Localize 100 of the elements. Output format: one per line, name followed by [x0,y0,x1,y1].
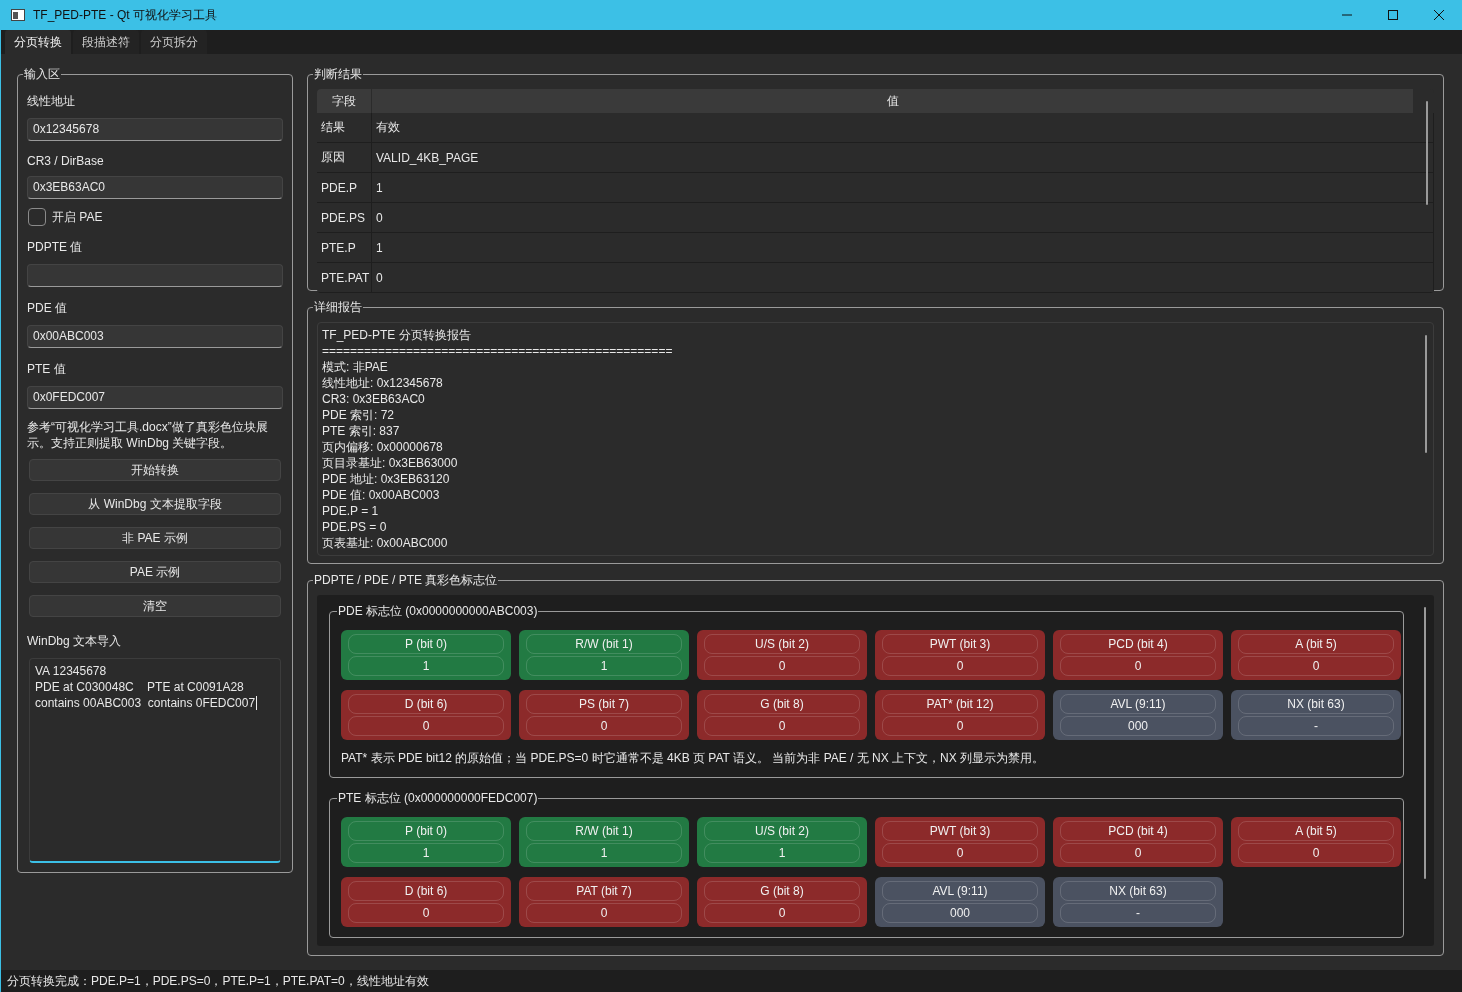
flag-name: AVL (9:11) [1060,694,1216,714]
flag-value: 1 [704,843,860,863]
flag-name: P (bit 0) [348,821,504,841]
report-line: 模式: 非PAE [322,359,389,375]
flag-value: 0 [1238,843,1394,863]
group-title: PTE 标志位 (0x000000000FEDC007) [337,790,539,807]
flag-value: 0 [882,656,1038,676]
flag-name: NX (bit 63) [1238,694,1394,714]
flag-name: PAT* (bit 12) [882,694,1038,714]
flag-value: 0 [882,716,1038,736]
group-title: 判断结果 [313,66,363,83]
input-field[interactable]: 0x0FEDC007 [27,386,283,409]
flag-name: A (bit 5) [1238,634,1394,654]
table-cell: 原因 [317,143,372,172]
flag-note: PAT* 表示 PDE bit12 的原始值；当 PDE.PS=0 时它通常不是 4KB 页 PAT 语义。 当前为非 PAE / 无 NX 上下文，NX 列显示为禁用。 [341,750,1046,767]
tab[interactable]: 段描述符 [73,30,139,54]
checkbox-label: 开启 PAE [52,208,103,226]
flag-name: PCD (bit 4) [1060,821,1216,841]
flag-value: 1 [348,843,504,863]
table-cell: 结果 [317,113,372,142]
group-title: PDE 标志位 (0x0000000000ABC003) [337,603,539,620]
table-cell: PDE.PS [317,203,372,232]
flag-value: 0 [704,656,860,676]
field-label: PDPTE 值 [27,239,84,256]
text-area[interactable]: VA 12345678 PDE at C030048C PTE at C0091A28 contains 00ABC003 contains 0FEDC007 [29,658,281,863]
report-line: PDE 索引: 72 [322,407,396,423]
report-line: ================================================== [322,343,674,359]
input-field[interactable]: 0x3EB63AC0 [27,176,283,199]
column-header: 值 [372,89,1414,113]
flag-name: R/W (bit 1) [526,821,682,841]
flag-value: 000 [882,903,1038,923]
report-line: CR3: 0x3EB63AC0 [322,391,426,407]
action-button[interactable]: 清空 [29,595,281,617]
flag-name: PWT (bit 3) [882,634,1038,654]
report-line: PDE.P = 1 [322,503,380,519]
input-field[interactable]: 0x12345678 [27,118,283,141]
scrollbar[interactable] [1426,101,1428,205]
flag-name: PWT (bit 3) [882,821,1038,841]
flag-name: PCD (bit 4) [1060,634,1216,654]
flag-name: U/S (bit 2) [704,821,860,841]
field-label: WinDbg 文本导入 [27,633,122,650]
tab[interactable]: 分页转换 [5,30,71,54]
field-label: CR3 / DirBase [27,154,105,168]
flag-value: - [1238,716,1394,736]
flag-value: 0 [526,716,682,736]
flag-value: 0 [1060,656,1216,676]
flag-value: 0 [348,716,504,736]
flag-name: NX (bit 63) [1060,881,1216,901]
flag-value: 0 [1060,843,1216,863]
action-button[interactable]: PAE 示例 [29,561,281,583]
table-cell: PDE.P [317,173,372,202]
flag-value: 0 [526,903,682,923]
scrollbar[interactable] [1424,607,1426,879]
field-label: 线性地址 [27,93,76,110]
input-field[interactable]: 0x00ABC003 [27,325,283,348]
flag-name: D (bit 6) [348,694,504,714]
report-line: 页表基址: 0x00ABC000 [322,535,449,551]
table-cell: 0 [372,263,1434,292]
flag-name: AVL (9:11) [882,881,1038,901]
flag-name: G (bit 8) [704,881,860,901]
table-cell: PTE.P [317,233,372,262]
action-button[interactable]: 非 PAE 示例 [29,527,281,549]
report-line: PDE 地址: 0x3EB63120 [322,471,451,487]
flag-name: P (bit 0) [348,634,504,654]
action-button[interactable]: 开始转换 [29,459,281,481]
window-title: TF_PED-PTE - Qt 可视化学习工具 [33,6,218,24]
flag-name: G (bit 8) [704,694,860,714]
flag-value: 0 [882,843,1038,863]
report-line: 页目录基址: 0x3EB63000 [322,455,459,471]
input-field[interactable] [27,264,283,287]
scrollbar[interactable] [1425,335,1427,453]
maximize-icon [1388,10,1398,20]
close-icon [1434,10,1444,20]
report-line: PTE 索引: 837 [322,423,401,439]
report-line: PDE.PS = 0 [322,519,388,535]
flag-value: 000 [1060,716,1216,736]
field-label: PDE 值 [27,300,68,317]
status-text: 分页转换完成：PDE.P=1，PDE.PS=0，PTE.P=1，PTE.PAT=0，线性地址有效 [1,970,1462,992]
flag-value: 1 [526,656,682,676]
flag-name: R/W (bit 1) [526,634,682,654]
flag-value: 0 [704,903,860,923]
flag-name: D (bit 6) [348,881,504,901]
flag-name: A (bit 5) [1238,821,1394,841]
report-line: TF_PED-PTE 分页转换报告 [322,327,472,343]
flag-name: U/S (bit 2) [704,634,860,654]
tab[interactable]: 分页拆分 [141,30,207,54]
flag-name: PS (bit 7) [526,694,682,714]
checkbox[interactable] [28,208,46,226]
flag-name: PAT (bit 7) [526,881,682,901]
flag-value: 0 [348,903,504,923]
table-cell: 1 [372,233,1434,262]
table-cell: PTE.PAT [317,263,372,292]
report-line: PDE 值: 0x00ABC003 [322,487,441,503]
group-title: 输入区 [23,66,61,83]
flag-value: 1 [526,843,682,863]
action-button[interactable]: 从 WinDbg 文本提取字段 [29,493,281,515]
column-header: 字段 [317,89,372,113]
note-text: 参考“可视化学习工具.docx”做了真彩色位块展示。支持正则提取 WinDbg 关键字段。 [27,419,269,451]
field-label: PTE 值 [27,361,67,378]
flag-value: 0 [1238,656,1394,676]
